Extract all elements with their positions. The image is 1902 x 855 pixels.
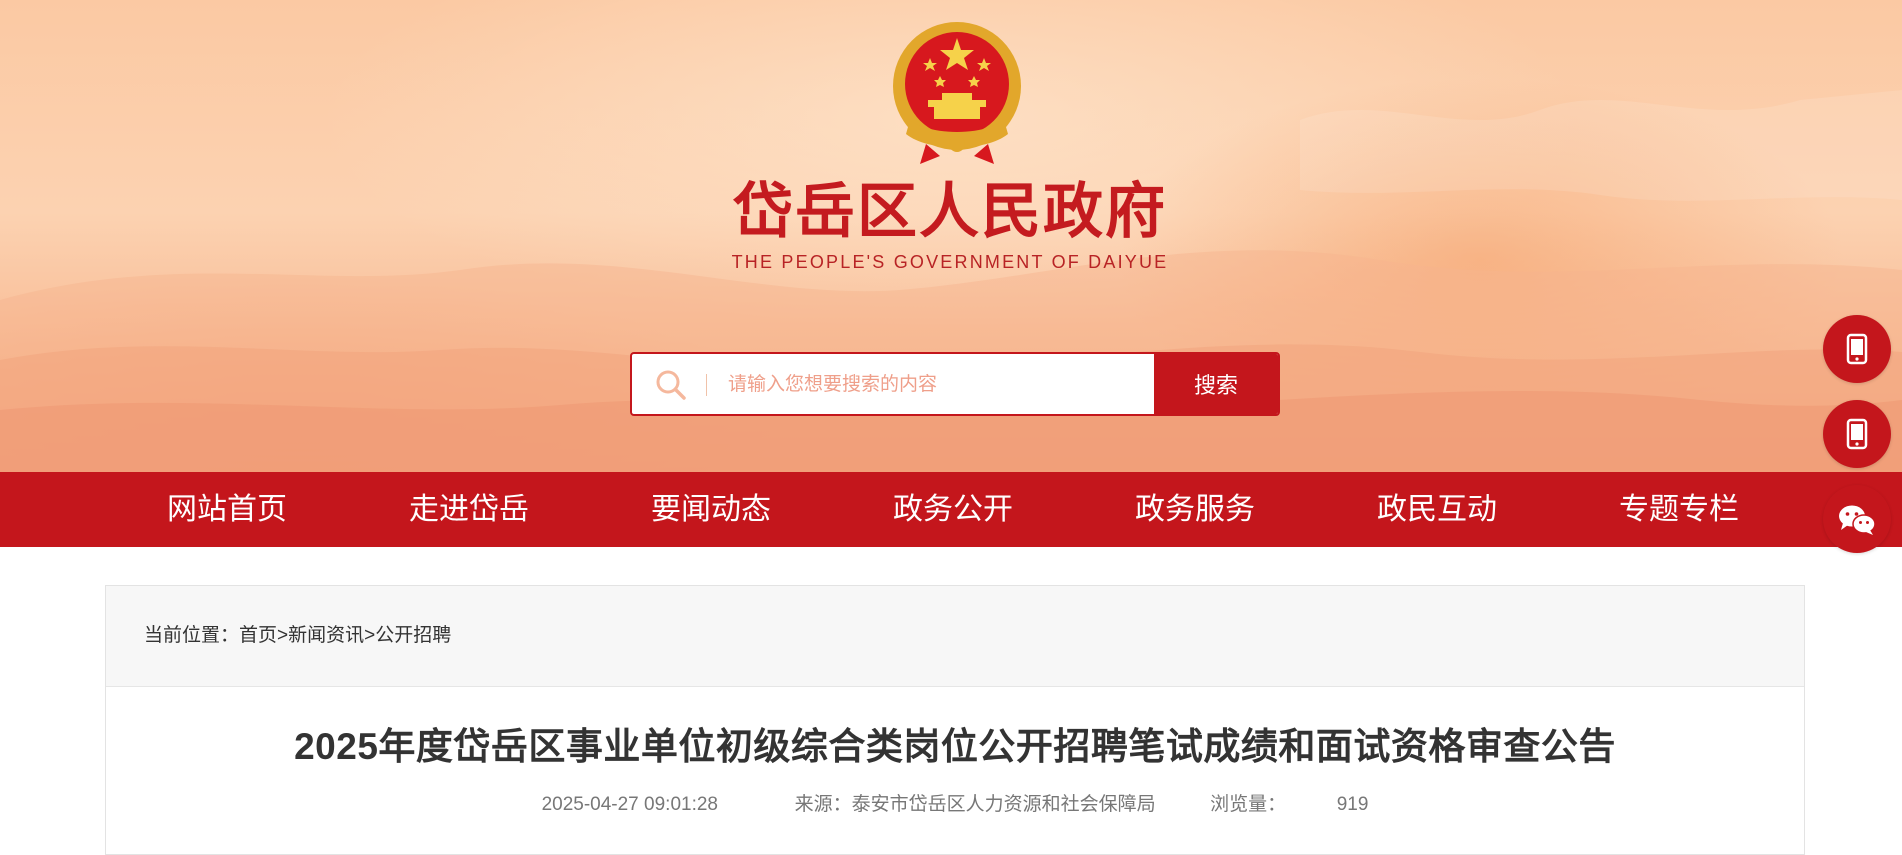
breadcrumb-prefix: 当前位置： xyxy=(144,625,240,646)
floating-mobile-button[interactable] xyxy=(1823,315,1891,383)
site-title: 岱岳区人民政府 xyxy=(733,177,1167,247)
nav-item-interaction[interactable]: 政民互动 xyxy=(1337,472,1537,547)
main-nav: 网站首页 走进岱岳 要闻动态 政务公开 政务服务 政民互动 专题专栏 xyxy=(0,472,1902,547)
article-source-label: 来源： xyxy=(794,794,852,815)
nav-item-services[interactable]: 政务服务 xyxy=(1095,472,1295,547)
header-banner: 岱岳区人民政府 THE PEOPLE'S GOVERNMENT OF DAIYU… xyxy=(0,0,1902,472)
article-views-label: 浏览量： xyxy=(1210,794,1287,815)
floating-tablet-button[interactable] xyxy=(1823,400,1891,468)
search-box: 搜索 xyxy=(630,352,1280,416)
breadcrumb-item-news[interactable]: 新闻资讯 xyxy=(288,625,364,646)
search-divider xyxy=(706,374,707,396)
nav-item-about[interactable]: 走进岱岳 xyxy=(369,472,569,547)
article-views: 919 xyxy=(1336,794,1369,815)
mobile-icon xyxy=(1846,333,1868,365)
floating-wechat-button[interactable] xyxy=(1823,485,1891,553)
article-date: 2025-04-27 09:01:28 xyxy=(541,794,718,815)
nav-item-home[interactable]: 网站首页 xyxy=(127,472,327,547)
nav-item-topics[interactable]: 专题专栏 xyxy=(1579,472,1779,547)
breadcrumb-item-home[interactable]: 首页 xyxy=(239,625,277,646)
article-meta: 2025-04-27 09:01:28 来源：泰安市岱岳区人力资源和社会保障局 … xyxy=(106,789,1804,816)
tablet-icon xyxy=(1846,418,1868,450)
search-icon xyxy=(656,370,686,400)
nav-item-gov-affairs[interactable]: 政务公开 xyxy=(853,472,1053,547)
breadcrumb-bar: 当前位置：首页>新闻资讯>公开招聘 xyxy=(106,586,1804,687)
article-container: 当前位置：首页>新闻资讯>公开招聘 2025年度岱岳区事业单位初级综合类岗位公开… xyxy=(105,585,1805,855)
breadcrumb-item-recruitment[interactable]: 公开招聘 xyxy=(375,625,451,646)
article-source: 泰安市岱岳区人力资源和社会保障局 xyxy=(851,794,1156,815)
search-button[interactable]: 搜索 xyxy=(1154,354,1278,414)
national-emblem xyxy=(893,22,1021,164)
article-title: 2025年度岱岳区事业单位初级综合类岗位公开招聘笔试成绩和面试资格审查公告 xyxy=(294,726,1616,767)
search-input[interactable] xyxy=(726,362,1150,408)
breadcrumb-separator: > xyxy=(364,625,376,646)
nav-item-news[interactable]: 要闻动态 xyxy=(611,472,811,547)
breadcrumb-separator: > xyxy=(277,625,289,646)
site-subtitle: THE PEOPLE'S GOVERNMENT OF DAIYUE xyxy=(731,252,1169,272)
breadcrumb: 当前位置：首页>新闻资讯>公开招聘 xyxy=(144,620,451,647)
wechat-icon xyxy=(1839,505,1876,535)
